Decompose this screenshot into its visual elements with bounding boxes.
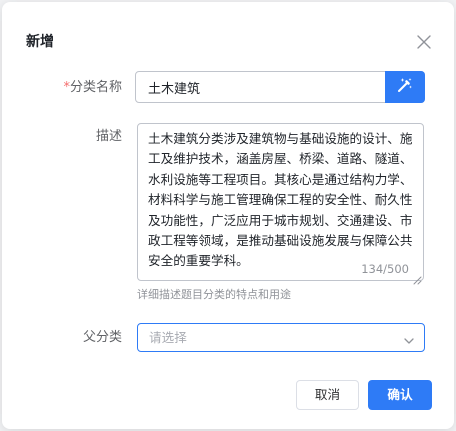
add-category-dialog: 新增 *分类名称 描述 土木建筑分类涉及建筑物与基础设施的设计、施工及维护技术，… — [2, 2, 454, 429]
dialog-title: 新增 — [26, 34, 54, 50]
description-label: 描述 — [95, 129, 122, 144]
character-counter: 134/500 — [361, 262, 409, 276]
name-label: *分类名称 — [2, 79, 122, 97]
cancel-button[interactable]: 取消 — [296, 380, 359, 410]
chevron-down-icon — [403, 332, 415, 344]
name-input[interactable] — [136, 72, 384, 102]
resize-handle-icon[interactable] — [413, 270, 422, 285]
parent-category-select[interactable]: 请选择 — [137, 323, 425, 352]
confirm-button[interactable]: 确认 — [368, 380, 432, 410]
close-icon[interactable] — [413, 31, 435, 53]
generate-description-button[interactable] — [385, 71, 425, 103]
description-textarea[interactable]: 土木建筑分类涉及建筑物与基础设施的设计、施工及维护技术，涵盖房屋、桥梁、道路、隧… — [138, 124, 423, 280]
magic-wand-icon — [396, 76, 414, 98]
select-placeholder: 请选择 — [149, 330, 187, 345]
description-field: 土木建筑分类涉及建筑物与基础设施的设计、施工及维护技术，涵盖房屋、桥梁、道路、隧… — [137, 123, 424, 285]
parent-label: 父分类 — [82, 330, 122, 345]
description-hint: 详细描述题目分类的特点和用途 — [137, 288, 291, 301]
name-field — [135, 71, 425, 103]
name-label-text: 分类名称 — [69, 80, 122, 95]
